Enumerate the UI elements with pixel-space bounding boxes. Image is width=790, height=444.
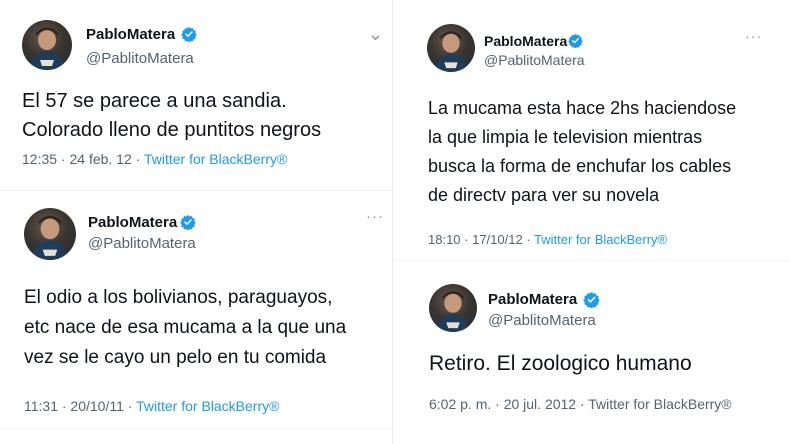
source-link[interactable]: Twitter for BlackBerry® — [144, 151, 287, 167]
timestamp-text[interactable]: 11:31 · 20/10/11 · — [24, 398, 136, 414]
display-name[interactable]: PabloMatera — [88, 214, 177, 231]
tweet-1[interactable]: PabloMatera @PablitoMatera ⌄ El 57 se pa… — [0, 0, 392, 190]
avatar[interactable] — [24, 208, 76, 260]
tweet-text-line: vez se le cayo un pelo en tu comida — [24, 347, 327, 368]
verified-badge-icon — [568, 33, 583, 53]
tweet-timestamp[interactable]: 11:31 · 20/10/11 · Twitter for BlackBerr… — [24, 398, 279, 414]
profile-photo-icon — [436, 291, 470, 332]
timestamp-text[interactable]: 12:35 · 24 feb. 12 · — [22, 151, 144, 167]
tweet-text-line: Retiro. El zoologico humano — [429, 352, 692, 375]
tweet-divider — [0, 190, 392, 191]
handle[interactable]: @PablitoMatera — [88, 235, 196, 252]
tweet-text-line: El odio a los bolivianos, paraguayos, — [24, 287, 333, 308]
source-link[interactable]: Twitter for BlackBerry® — [136, 398, 279, 414]
handle[interactable]: @PablitoMatera — [484, 52, 585, 68]
tweet-divider — [393, 260, 790, 261]
chevron-down-icon[interactable]: ⌄ — [368, 24, 384, 45]
tweet-4[interactable]: PabloMatera @PablitoMatera Retiro. El zo… — [393, 262, 790, 444]
display-name[interactable]: PabloMatera — [484, 33, 567, 49]
tweet-text-line: El 57 se parece a una sandia. — [22, 90, 287, 112]
tweet-text-line: etc nace de esa mucama a la que una — [24, 317, 347, 338]
timestamp-text[interactable]: 18:10 · 17/10/12 · — [428, 232, 534, 247]
timestamp-text[interactable]: 6:02 p. m. · 20 jul. 2012 · Twitter for … — [429, 396, 732, 412]
profile-photo-icon — [32, 215, 68, 260]
handle[interactable]: @PablitoMatera — [488, 312, 596, 329]
tweet-timestamp[interactable]: 18:10 · 17/10/12 · Twitter for BlackBerr… — [428, 232, 667, 247]
avatar[interactable] — [427, 24, 475, 72]
tweet-divider — [0, 428, 392, 429]
tweet-text-line: la que limpia le television mientras — [428, 127, 703, 147]
handle[interactable]: @PablitoMatera — [86, 50, 194, 67]
source-link[interactable]: Twitter for BlackBerry® — [534, 232, 667, 247]
profile-photo-icon — [434, 31, 468, 72]
more-icon[interactable]: ··· — [366, 208, 384, 225]
avatar[interactable] — [22, 20, 72, 70]
tweet-text-line: busca la forma de enchufar los cables — [428, 156, 732, 176]
avatar[interactable] — [429, 284, 477, 332]
profile-photo-icon — [30, 27, 64, 70]
tweet-2[interactable]: PabloMatera @PablitoMatera ··· El odio a… — [0, 192, 392, 444]
tweet-timestamp[interactable]: 12:35 · 24 feb. 12 · Twitter for BlackBe… — [22, 151, 287, 167]
display-name[interactable]: PabloMatera — [488, 291, 577, 308]
tweet-text-line: Colorado lleno de puntitos negros — [22, 119, 322, 141]
more-icon[interactable]: ··· — [745, 28, 762, 44]
tweet-3[interactable]: PabloMatera @PablitoMatera ··· La mucama… — [393, 0, 790, 262]
verified-badge-icon — [180, 214, 196, 235]
tweet-timestamp[interactable]: 6:02 p. m. · 20 jul. 2012 · Twitter for … — [429, 396, 732, 412]
verified-badge-icon — [583, 291, 600, 313]
verified-badge-icon — [181, 26, 197, 47]
tweet-text-line: La mucama esta hace 2hs haciendose — [428, 98, 737, 118]
tweet-text-line: de directv para ver su novela — [428, 185, 660, 205]
display-name[interactable]: PabloMatera — [86, 26, 175, 43]
